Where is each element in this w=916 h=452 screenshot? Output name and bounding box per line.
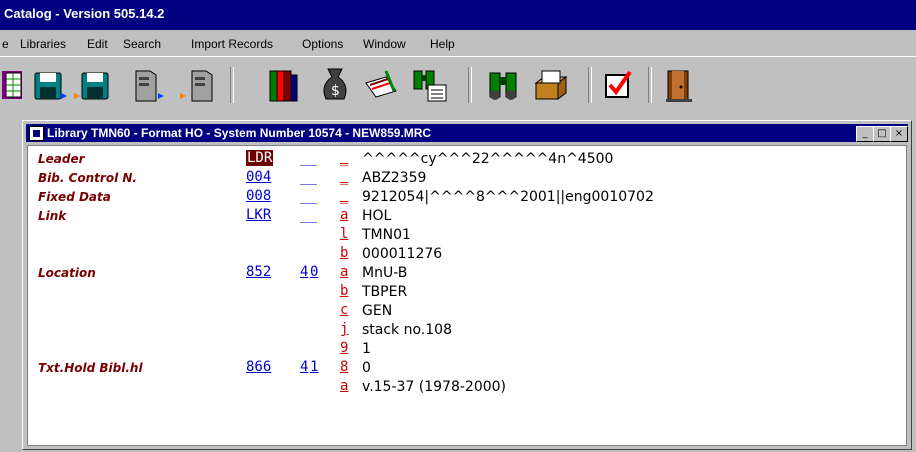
record-field-list: Leader LDR __ _ ^^^^^cy^^^22^^^^^4n^4500…	[27, 145, 907, 446]
card-file-icon[interactable]	[532, 65, 572, 105]
menu-help[interactable]: Help	[430, 37, 455, 51]
subfield-code[interactable]: a	[340, 207, 348, 223]
binoculars-list-icon[interactable]	[410, 65, 450, 105]
field-value[interactable]: ^^^^^cy^^^22^^^^^4n^4500	[362, 151, 613, 167]
field-label: Bib. Control N.	[38, 171, 137, 185]
toolbar-separator	[588, 67, 592, 103]
field-tag[interactable]: LDR	[246, 150, 274, 166]
field-value[interactable]: MnU-B	[362, 265, 407, 281]
subfield-row: b TBPER	[28, 283, 906, 301]
subfield-row: a v.15-37 (1978-2000)	[28, 378, 906, 396]
field-row: Location 852 4 0 a MnU-B	[28, 264, 906, 282]
field-value[interactable]: ABZ2359	[362, 170, 426, 186]
edit-record-icon[interactable]	[362, 65, 402, 105]
field-value[interactable]: TMN01	[362, 227, 411, 243]
field-value[interactable]: v.15-37 (1978-2000)	[362, 379, 506, 395]
subfield-row: c GEN	[28, 302, 906, 320]
document-icon[interactable]	[29, 126, 44, 141]
indicator-1[interactable]: 4	[300, 359, 308, 375]
indicator-1[interactable]: __	[300, 207, 317, 223]
checkbox-icon[interactable]	[600, 65, 640, 105]
server-icon[interactable]	[128, 65, 168, 105]
field-row: Fixed Data 008 __ _ 9212054|^^^^8^^^2001…	[28, 188, 906, 206]
save-to-icon[interactable]	[72, 65, 112, 105]
menu-libraries[interactable]: Libraries	[20, 37, 66, 51]
subfield-code[interactable]: l	[340, 226, 348, 242]
indicator-1[interactable]: 4	[300, 264, 308, 280]
subfield-code[interactable]: c	[340, 302, 348, 318]
subfield-code[interactable]: 9	[340, 340, 348, 356]
field-tag[interactable]: 852	[246, 264, 271, 280]
field-value[interactable]: stack no.108	[362, 322, 452, 338]
subfield-row: b 000011276	[28, 245, 906, 263]
field-value[interactable]: TBPER	[362, 284, 407, 300]
field-row: Link LKR __ a HOL	[28, 207, 906, 225]
indicator-2[interactable]: 0	[310, 264, 318, 280]
field-tag[interactable]: 866	[246, 359, 271, 375]
app-title-bar[interactable]: Catalog - Version 505.14.2	[0, 0, 916, 30]
indicator-1[interactable]: __	[300, 150, 317, 166]
toolbar-separator	[468, 67, 472, 103]
subfield-code[interactable]: _	[340, 150, 348, 166]
field-value[interactable]: 0	[362, 360, 371, 376]
indicator-1[interactable]: __	[300, 169, 317, 185]
record-window-title: Library TMN60 - Format HO - System Numbe…	[47, 126, 432, 140]
menu-edge-fragment: e	[2, 37, 9, 51]
menu-search[interactable]: Search	[123, 37, 161, 51]
subfield-code[interactable]: b	[340, 283, 348, 299]
subfield-row: 9 1	[28, 340, 906, 358]
field-label: Leader	[38, 152, 85, 166]
indicator-2[interactable]: 1	[310, 359, 318, 375]
record-window-title-bar[interactable]: Library TMN60 - Format HO - System Numbe…	[26, 124, 908, 142]
subfield-row: j stack no.108	[28, 321, 906, 339]
exit-door-icon[interactable]	[660, 65, 700, 105]
field-value[interactable]: HOL	[362, 208, 391, 224]
toolbar: $	[0, 56, 916, 115]
subfield-row: l TMN01	[28, 226, 906, 244]
close-button[interactable]: ×	[890, 126, 908, 142]
field-row: Leader LDR __ _ ^^^^^cy^^^22^^^^^4n^4500	[28, 150, 906, 168]
subfield-code[interactable]: b	[340, 245, 348, 261]
save-icon[interactable]	[30, 65, 70, 105]
toolbar-separator	[648, 67, 652, 103]
indicator-1[interactable]: __	[300, 188, 317, 204]
field-label: Link	[38, 209, 67, 223]
books-icon[interactable]	[264, 65, 304, 105]
field-label: Fixed Data	[38, 190, 111, 204]
menu-window[interactable]: Window	[363, 37, 406, 51]
field-value[interactable]: 000011276	[362, 246, 442, 262]
subfield-code[interactable]: j	[340, 321, 348, 337]
svg-text:$: $	[331, 83, 340, 99]
maximize-button[interactable]: □	[873, 126, 891, 142]
field-row: Bib. Control N. 004 __ _ ABZ2359	[28, 169, 906, 187]
field-tag[interactable]: 004	[246, 169, 271, 185]
app-title: Catalog - Version 505.14.2	[4, 6, 165, 21]
toolbar-separator	[230, 67, 234, 103]
field-label: Txt.Hold Bibl.hl	[38, 361, 143, 375]
menu-import-records[interactable]: Import Records	[191, 37, 273, 51]
menu-edit[interactable]: Edit	[87, 37, 108, 51]
subfield-code[interactable]: a	[340, 378, 348, 394]
money-bag-icon[interactable]: $	[316, 65, 356, 105]
catalog-app-window: Catalog - Version 505.14.2 e Libraries E…	[0, 0, 916, 452]
field-label: Location	[38, 266, 96, 280]
server-to-icon[interactable]	[178, 65, 218, 105]
subfield-code[interactable]: a	[340, 264, 348, 280]
subfield-code[interactable]: _	[340, 169, 348, 185]
field-tag[interactable]: LKR	[246, 207, 271, 223]
subfield-code[interactable]: 8	[340, 359, 348, 375]
grid-icon[interactable]	[2, 65, 24, 105]
record-window: Library TMN60 - Format HO - System Numbe…	[22, 120, 912, 450]
subfield-code[interactable]: _	[340, 188, 348, 204]
menu-bar: e Libraries Edit Search Import Records O…	[0, 30, 916, 56]
minimize-button[interactable]: _	[856, 126, 874, 142]
menu-options[interactable]: Options	[302, 37, 343, 51]
binoculars-icon[interactable]	[484, 65, 524, 105]
field-value[interactable]: GEN	[362, 303, 392, 319]
field-tag[interactable]: 008	[246, 188, 271, 204]
field-row: Txt.Hold Bibl.hl 866 4 1 8 0	[28, 359, 906, 377]
field-value[interactable]: 1	[362, 341, 371, 357]
field-value[interactable]: 9212054|^^^^8^^^2001||eng0010702	[362, 189, 654, 205]
